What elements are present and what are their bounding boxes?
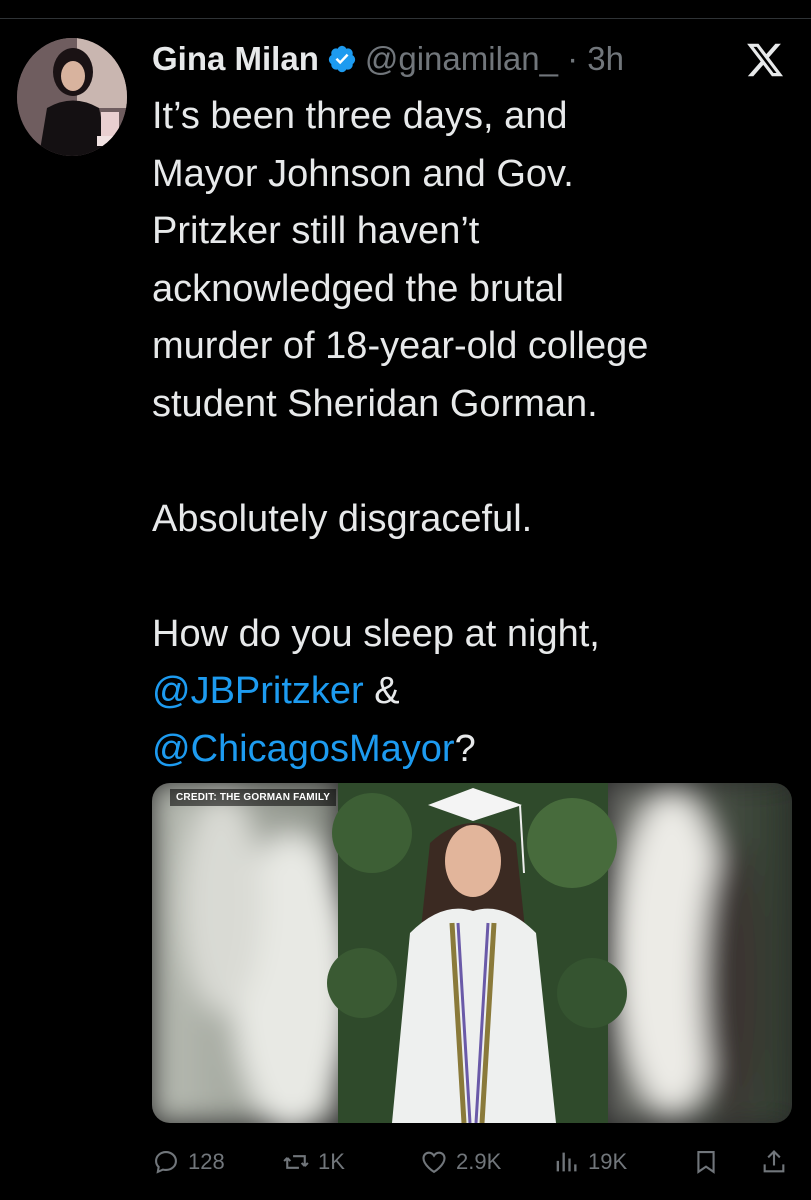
question-mark: ? bbox=[454, 727, 476, 770]
author-name[interactable]: Gina Milan bbox=[152, 40, 319, 78]
reply-count: 128 bbox=[188, 1149, 225, 1174]
repost-count: 1K bbox=[318, 1149, 345, 1174]
views-count: 19K bbox=[588, 1149, 628, 1174]
tweet-text-line: acknowledged the brutal bbox=[152, 267, 564, 310]
reply-button[interactable]: 128 bbox=[152, 1140, 225, 1184]
tweet-text-line: How do you sleep at night, bbox=[152, 612, 600, 655]
media-credit: CREDIT: THE GORMAN FAMILY bbox=[170, 789, 337, 806]
tweet-text-line: Absolutely disgraceful. bbox=[152, 497, 533, 540]
bookmark-button[interactable] bbox=[692, 1140, 720, 1184]
verified-badge-icon bbox=[327, 44, 357, 74]
share-button[interactable] bbox=[760, 1140, 788, 1184]
like-button[interactable]: 2.9K bbox=[420, 1140, 501, 1184]
share-icon bbox=[763, 1150, 785, 1173]
reply-icon bbox=[155, 1151, 177, 1174]
ampersand: & bbox=[363, 670, 400, 712]
tweet-text-line: student Sheridan Gorman. bbox=[152, 382, 598, 425]
tweet-text-blank: ​ bbox=[152, 433, 792, 491]
tweet-text-line: Mayor Johnson and Gov. bbox=[152, 152, 574, 195]
tweet-text-line: murder of 18-year-old college bbox=[152, 325, 649, 367]
repost-button[interactable]: 1K bbox=[282, 1140, 345, 1184]
tweet-header: Gina Milan @ginamilan_ · 3h bbox=[152, 36, 624, 82]
handle-and-time[interactable]: @ginamilan_ · 3h bbox=[365, 40, 624, 78]
tweet-text-blank: ​ bbox=[152, 548, 792, 606]
tweet-media[interactable]: CREDIT: THE GORMAN FAMILY bbox=[152, 783, 792, 1123]
tweet-text: It’s been three days, and Mayor Johnson a… bbox=[152, 88, 792, 778]
action-bar: 128 1K 2.9K 19K bbox=[152, 1140, 800, 1184]
views-icon bbox=[556, 1152, 577, 1172]
repost-icon bbox=[283, 1155, 309, 1169]
tweet-text-line: @JBPritzker & bbox=[152, 663, 792, 721]
like-count: 2.9K bbox=[456, 1149, 502, 1174]
media-photo bbox=[152, 783, 792, 1123]
tweet-text-line: Pritzker still haven’t bbox=[152, 210, 480, 252]
mention-jbpritzker[interactable]: @JBPritzker bbox=[152, 670, 364, 712]
avatar[interactable] bbox=[17, 38, 127, 156]
avatar-photo bbox=[17, 38, 127, 156]
mention-chicagosmayor[interactable]: @ChicagosMayor bbox=[152, 728, 455, 770]
like-icon bbox=[422, 1151, 446, 1174]
x-logo-icon[interactable] bbox=[742, 40, 788, 80]
views-button[interactable]: 19K bbox=[552, 1140, 627, 1184]
top-divider bbox=[0, 18, 811, 19]
tweet-text-line: It’s been three days, and bbox=[152, 95, 568, 137]
bookmark-icon bbox=[697, 1151, 715, 1174]
tweet-text-line: @ChicagosMayor? bbox=[152, 721, 792, 779]
